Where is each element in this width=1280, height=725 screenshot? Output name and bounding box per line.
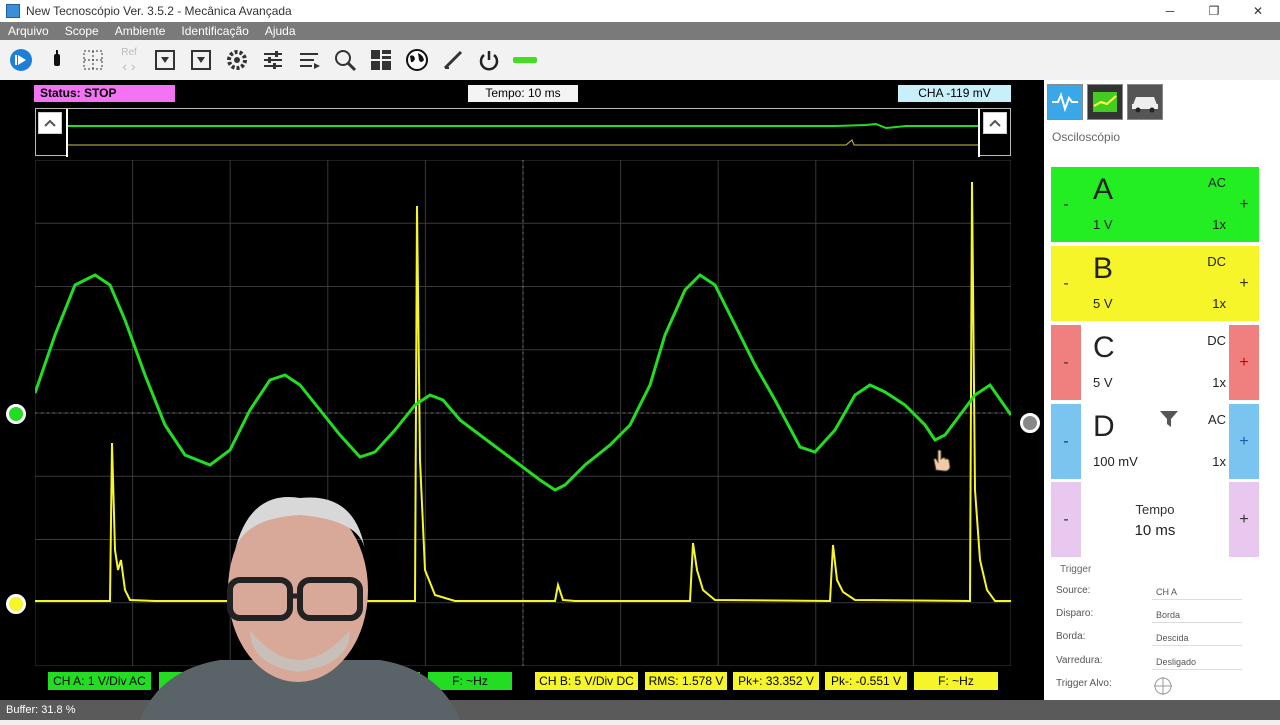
sliders-arrow-icon[interactable] [294,45,324,75]
trigger-varredura-label: Varredura: [1056,655,1103,666]
ref-arrows-icon[interactable]: Ref ‹ › [114,45,144,75]
menu-identificacao[interactable]: Identificação [173,24,256,38]
cha-div-label: CH A: 1 V/Div AC [48,672,151,690]
chb-peak-minus: Pk-: -0.551 V [825,672,907,690]
display-tab-icon[interactable] [1087,84,1123,120]
status-led-icon [510,45,540,75]
channel-d-volt: 100 mV [1093,454,1138,469]
grid-icon[interactable] [78,45,108,75]
channel-c-plus-button[interactable]: + [1229,325,1259,400]
chb-frequency: F: ~Hz [914,672,998,690]
channel-c-coupling[interactable]: DC [1207,333,1226,348]
channel-b-volt: 5 V [1093,296,1113,311]
channel-c-name: C [1093,331,1115,364]
globe-icon[interactable] [402,45,432,75]
close-button[interactable]: ✕ [1236,0,1280,22]
tempo-card: - + Tempo 10 ms [1051,482,1259,557]
chb-div-label: CH B: 5 V/Div DC [535,672,638,690]
channel-a-multiplier[interactable]: 1x [1212,217,1226,232]
toolbar: Ref ‹ › [0,40,1280,80]
trigger-disparo-select[interactable]: Borda [1152,607,1242,623]
channel-c-multiplier[interactable]: 1x [1212,375,1226,390]
webcam-overlay [140,490,460,720]
layout-icon[interactable] [366,45,396,75]
channel-d-multiplier[interactable]: 1x [1212,454,1226,469]
load-icon[interactable] [186,45,216,75]
car-tab-icon[interactable] [1127,84,1163,120]
window-title: New Tecnoscópio Ver. 3.5.2 - Mecânica Av… [26,4,292,18]
menu-scope[interactable]: Scope [57,24,107,38]
trigger-disparo-label: Disparo: [1056,608,1094,619]
channel-d-card[interactable]: - + D 100 mV AC 1x [1051,404,1259,479]
channel-b-name: B [1093,252,1114,285]
probe-icon[interactable] [42,45,72,75]
channel-b-coupling[interactable]: DC [1207,254,1226,269]
title-bar: New Tecnoscópio Ver. 3.5.2 - Mecânica Av… [0,0,1280,22]
trigger-borda-select[interactable]: Descida [1152,630,1242,646]
channel-a-card[interactable]: - + A 1 V AC 1x [1051,167,1259,242]
minimize-button[interactable]: ─ [1148,0,1192,22]
pen-icon[interactable] [438,45,468,75]
hand-cursor-icon [930,448,952,477]
target-icon[interactable] [1153,676,1173,701]
trigger-title: Trigger [1060,564,1092,575]
maximize-button[interactable]: ❐ [1192,0,1236,22]
channel-b-plus-button[interactable]: + [1229,246,1259,321]
zoom-icon[interactable] [330,45,360,75]
trigger-alvo-label: Trigger Alvo: [1056,678,1112,689]
channel-c-card[interactable]: - + C 5 V DC 1x [1051,325,1259,400]
ref-label: Ref [121,46,137,58]
channel-b-marker[interactable] [6,594,26,614]
channel-a-coupling[interactable]: AC [1208,175,1226,190]
menu-ambiente[interactable]: Ambiente [107,24,174,38]
cha-value-badge: CHA -119 mV [898,85,1011,102]
overview-waveform [66,109,980,157]
channel-a-plus-button[interactable]: + [1229,167,1259,242]
app-icon [6,4,20,18]
trigger-level-marker[interactable] [1020,413,1040,433]
channel-b-minus-button[interactable]: - [1051,246,1081,321]
trigger-source-select[interactable]: CH A [1152,584,1242,600]
waveform-tab-icon[interactable] [1047,84,1083,120]
channel-c-minus-button[interactable]: - [1051,325,1081,400]
play-icon[interactable] [6,45,36,75]
channel-b-card[interactable]: - + B 5 V DC 1x [1051,246,1259,321]
trigger-borda-label: Borda: [1056,631,1086,642]
gear-icon[interactable] [222,45,252,75]
channel-b-multiplier[interactable]: 1x [1212,296,1226,311]
filter-icon[interactable] [1159,410,1179,433]
channel-d-minus-button[interactable]: - [1051,404,1081,479]
tempo-label: Tempo [1135,502,1175,517]
channel-d-coupling[interactable]: AC [1208,412,1226,427]
status-badge: Status: STOP [34,85,175,102]
buffer-status: Buffer: 31.8 % [6,704,76,716]
channel-a-volt: 1 V [1093,217,1113,232]
menu-ajuda[interactable]: Ajuda [257,24,304,38]
channel-a-minus-button[interactable]: - [1051,167,1081,242]
tempo-minus-button[interactable]: - [1051,482,1081,557]
save-icon[interactable] [150,45,180,75]
channel-c-volt: 5 V [1093,375,1113,390]
channel-a-marker[interactable] [6,404,26,424]
chb-peak-plus: Pk+: 33.352 V [733,672,819,690]
menu-bar: Arquivo Scope Ambiente Identificação Aju… [0,22,1280,40]
trigger-source-label: Source: [1056,585,1091,596]
overview-strip[interactable] [35,108,1011,157]
overview-right-button[interactable] [983,112,1007,134]
menu-arquivo[interactable]: Arquivo [0,24,57,38]
sliders-icon[interactable] [258,45,288,75]
tempo-badge: Tempo: 10 ms [468,85,578,102]
chb-rms: RMS: 1.578 V [645,672,727,690]
panel-label: Osciloscópio [1052,130,1121,144]
channel-a-name: A [1093,173,1114,206]
overview-left-button[interactable] [38,112,62,134]
power-icon[interactable] [474,45,504,75]
trigger-varredura-select[interactable]: Desligado [1152,654,1242,670]
channel-d-plus-button[interactable]: + [1229,404,1259,479]
tempo-value: 10 ms [1134,522,1176,539]
tempo-plus-button[interactable]: + [1229,482,1259,557]
channel-d-name: D [1093,410,1115,443]
